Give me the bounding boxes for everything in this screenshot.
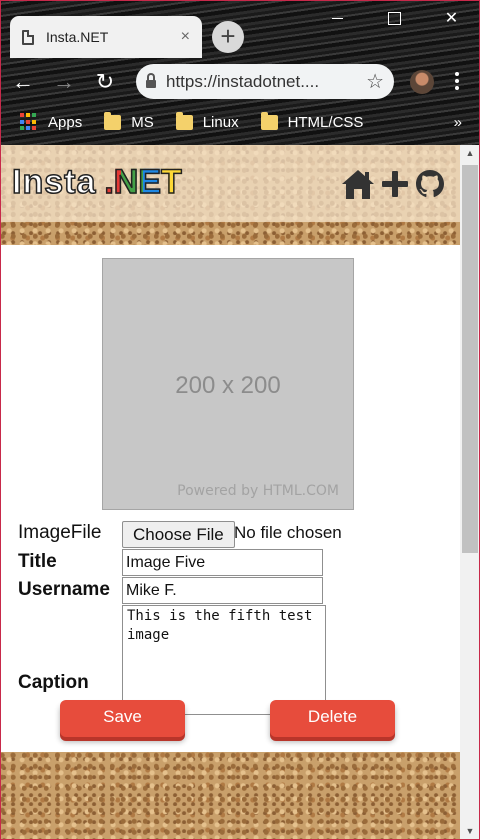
bookmark-apps[interactable]: Apps (20, 113, 82, 131)
minimize-button[interactable] (309, 0, 366, 36)
reload-button[interactable]: ↻ (87, 64, 123, 100)
folder-icon (260, 111, 278, 130)
vertical-scrollbar[interactable]: ▲ ▼ (460, 145, 480, 840)
header-nav (340, 167, 446, 201)
browser-chrome: Insta.NET × + ✕ ← → ↻ https://instadotne… (0, 0, 480, 145)
image-file-label: ImageFile (18, 522, 102, 543)
window-controls: ✕ (309, 0, 480, 36)
placeholder-credit: Powered by HTML.COM (177, 483, 339, 499)
delete-button[interactable]: Delete (270, 700, 395, 737)
address-bar[interactable]: https://instadotnet.... ☆ (136, 64, 394, 99)
bookmark-label: Linux (202, 113, 239, 131)
placeholder-dimensions: 200 x 200 (175, 372, 281, 399)
choose-file-button[interactable]: Choose File (122, 521, 235, 548)
site-header: Insta .NET (0, 145, 460, 245)
logo-insta: Insta (11, 162, 97, 202)
file-status: No file chosen (234, 523, 342, 542)
maximize-button[interactable] (366, 0, 423, 36)
home-icon[interactable] (340, 167, 376, 201)
username-input[interactable] (122, 577, 323, 604)
scroll-down-arrow-icon[interactable]: ▼ (460, 823, 480, 840)
bookmarks-more-icon[interactable]: » (454, 114, 462, 131)
bookmarks-bar: Apps MS Linux HTML/CSS » (0, 106, 480, 138)
bookmark-label: MS (131, 113, 154, 131)
apps-grid-icon (20, 113, 38, 131)
bookmark-ms[interactable]: MS (104, 111, 154, 131)
bookmark-linux[interactable]: Linux (175, 111, 239, 131)
menu-kebab-icon[interactable] (455, 72, 459, 92)
image-preview: 200 x 200 Powered by HTML.COM (102, 258, 354, 510)
save-button[interactable]: Save (60, 700, 185, 737)
url-text[interactable]: https://instadotnet.... (166, 72, 356, 92)
folder-icon (104, 111, 122, 130)
caption-label: Caption (18, 672, 89, 693)
github-icon[interactable] (414, 168, 446, 200)
forward-button[interactable]: → (46, 64, 82, 100)
logo-net: .NET (104, 162, 183, 202)
username-label: Username (18, 579, 110, 600)
scroll-thumb[interactable] (462, 165, 478, 553)
browser-toolbar: ← → ↻ https://instadotnet.... ☆ (0, 58, 480, 106)
plus-icon[interactable] (380, 169, 410, 199)
window-close-button[interactable]: ✕ (423, 0, 480, 36)
footer-background (0, 752, 460, 840)
bookmark-html-css[interactable]: HTML/CSS (260, 111, 364, 131)
folder-icon (175, 111, 193, 130)
edit-image-form: 200 x 200 Powered by HTML.COM ImageFile … (0, 245, 460, 752)
profile-avatar[interactable] (410, 70, 434, 94)
bookmark-label: HTML/CSS (287, 113, 364, 131)
scroll-up-arrow-icon[interactable]: ▲ (460, 145, 480, 162)
page-viewport: Insta .NET 200 x 200 Powered by HTML.COM… (0, 145, 480, 840)
bookmark-star-icon[interactable]: ☆ (366, 69, 384, 94)
lock-icon (146, 73, 156, 88)
title-label: Title (18, 551, 57, 572)
tab-title: Insta.NET (46, 29, 109, 45)
browser-tab[interactable]: Insta.NET × (10, 16, 202, 58)
tab-close-icon[interactable]: × (181, 28, 190, 46)
new-tab-button[interactable]: + (212, 21, 244, 53)
back-button[interactable]: ← (5, 64, 41, 100)
site-logo[interactable]: Insta .NET (11, 162, 183, 202)
document-icon (22, 29, 34, 45)
caption-textarea[interactable]: This is the fifth test image (122, 605, 326, 715)
title-input[interactable] (122, 549, 323, 576)
bookmark-label: Apps (48, 113, 83, 131)
